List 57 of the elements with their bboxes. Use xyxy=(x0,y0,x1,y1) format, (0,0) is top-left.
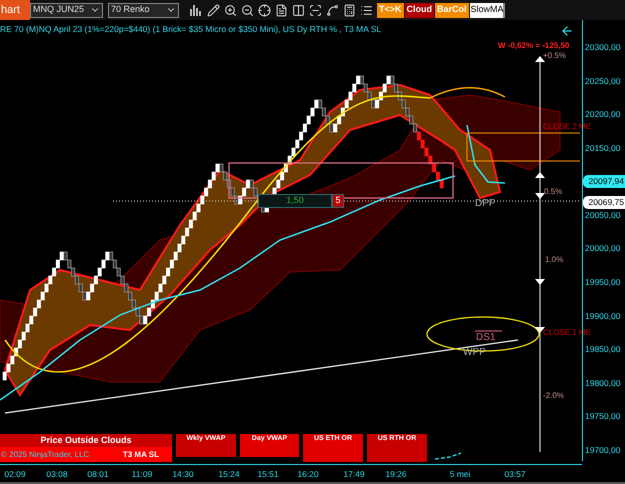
time-label: 03:57 xyxy=(504,468,526,481)
price-label: 19700,00 xyxy=(584,444,622,456)
columns-icon[interactable] xyxy=(292,4,305,16)
time-label: 02:09 xyxy=(4,468,26,481)
chart-annotation: -2.0% xyxy=(543,391,564,401)
chart-annotation: W -0,62% = -125,50 xyxy=(498,41,570,51)
crosshair-icon[interactable] xyxy=(258,4,271,16)
zoom-in-icon[interactable] xyxy=(224,4,237,16)
price-label: 19850,00 xyxy=(584,343,622,356)
time-label: 5 mei xyxy=(450,468,470,481)
bar-chart-icon[interactable] xyxy=(189,3,203,17)
support-level-line xyxy=(474,330,502,332)
chart-annotation: +0.5% xyxy=(543,51,566,61)
price-label: 20150,00 xyxy=(584,142,622,154)
chart-annotation: DS1 xyxy=(476,333,496,343)
zoom-out-icon[interactable] xyxy=(241,4,254,16)
price-label: 20000,00 xyxy=(584,242,622,254)
chart-tab[interactable]: hart xyxy=(0,0,30,20)
dashed-projection-line xyxy=(434,452,462,460)
copyright-text: © 2025 NinjaTrader, LLC xyxy=(1,448,90,460)
price-label: 20300,00 xyxy=(584,41,622,53)
price-label: 20200,00 xyxy=(584,108,622,120)
price-label: 20250,00 xyxy=(584,74,622,87)
time-label: 19:26 xyxy=(385,468,407,481)
price-label: 19900,00 xyxy=(584,310,622,322)
time-label: 15:51 xyxy=(257,468,279,481)
price-label: 19800,00 xyxy=(584,376,622,389)
time-label: 03:08 xyxy=(46,468,68,481)
time-label: 17:49 xyxy=(343,468,365,481)
interval-dropdown[interactable]: 70 Renko xyxy=(108,2,179,18)
price-label: 19750,00 xyxy=(584,410,622,422)
price-badge: 20069,75 xyxy=(583,196,625,209)
time-label: 14:30 xyxy=(172,468,194,481)
chart-title: RE 70 (M)NQ April 23 (1%=220p=$440) (1 Brick= $35 Micro or $350 Mini), US Dy RTH % , T3 MA SL xyxy=(0,23,382,36)
chart-annotation: 0.5% xyxy=(544,187,562,197)
indicator-field[interactable]: SlowMA xyxy=(470,2,505,18)
price-label: 20050,00 xyxy=(584,208,622,221)
document-icon[interactable] xyxy=(275,4,288,16)
price-badge: 20097,94 xyxy=(583,175,625,188)
indicator-sublabel: T3 MA SL xyxy=(122,448,159,460)
position-count: 5 xyxy=(332,194,344,208)
chart-annotation: DPP xyxy=(475,199,496,209)
back-arrow-icon[interactable] xyxy=(560,24,574,38)
indicator-toggle-button[interactable]: Cloud xyxy=(404,2,434,18)
pencil-icon[interactable] xyxy=(207,4,220,16)
time-label: 16:20 xyxy=(297,468,319,481)
scan-icon[interactable] xyxy=(309,4,322,16)
time-label: 08:01 xyxy=(87,468,109,481)
time-label: 11:09 xyxy=(132,468,152,481)
chart-annotation: 1.0% xyxy=(545,255,564,265)
position-value: 1,50 xyxy=(258,194,332,208)
price-label: 19950,00 xyxy=(584,276,622,288)
indicator-label: Price Outside Clouds xyxy=(39,434,133,447)
line-chart-icon[interactable] xyxy=(326,4,339,16)
instrument-dropdown[interactable]: MNQ JUN25 xyxy=(30,2,103,18)
time-label: 15:24 xyxy=(218,468,240,481)
calculator-icon[interactable] xyxy=(343,4,356,16)
